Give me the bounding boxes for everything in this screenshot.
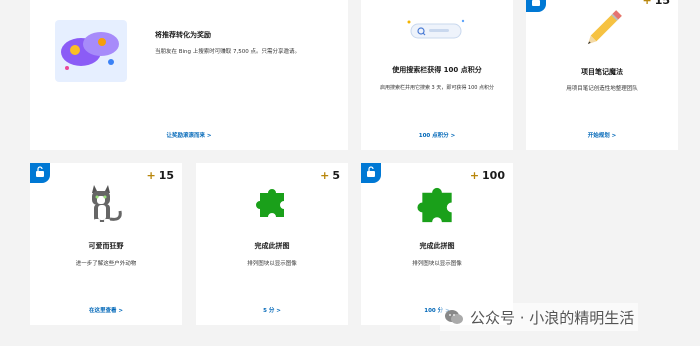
search-bar-illustration (407, 16, 467, 46)
wechat-icon (445, 310, 463, 324)
card-project-notes[interactable]: +15 项目笔记魔法 用项目笔记创造性地整理团队 开始规划 > (526, 0, 678, 150)
card-link[interactable]: 100 点积分 > (361, 131, 513, 139)
unlock-badge (30, 163, 50, 183)
card-description: 进一步了解这些户外动物 (75, 261, 137, 267)
points-label: +15 (642, 0, 670, 7)
referral-chat-illustration (55, 20, 127, 82)
card-title: 项目笔记魔法 (581, 68, 623, 76)
card-link[interactable]: 开始规划 > (526, 131, 678, 139)
card-link[interactable]: 让奖励滚滚而来 > (30, 131, 348, 139)
card-title: 完成此拼图 (254, 242, 290, 250)
card-title: 可爱而狂野 (88, 242, 124, 250)
card-link[interactable]: 在这里查看 > (30, 306, 182, 314)
card-title: 完成此拼图 (419, 242, 455, 250)
unlock-badge (361, 163, 381, 183)
watermark-text: 公众号 · 小浪的精明生活 (470, 308, 635, 327)
puzzle-piece-icon (415, 183, 459, 227)
card-puzzle-100[interactable]: +100 完成此拼图 排列图块以显示图像 100 分 > (361, 163, 513, 325)
card-description: 启用搜索栏并用它搜索 3 天，即可获得 100 点积分 (379, 85, 495, 91)
pencil-icon (576, 6, 628, 54)
card-description: 用项目笔记创造性地整理团队 (566, 86, 638, 92)
watermark: 公众号 · 小浪的精明生活 (440, 303, 639, 331)
unlock-icon (36, 166, 44, 177)
unlock-icon (532, 0, 540, 6)
unlock-icon (367, 166, 375, 177)
card-description: 排列图块以显示图像 (412, 261, 462, 267)
card-description: 当朋友在 Bing 上搜索时可赚取 7,500 点。只需分享邀请。 (155, 49, 301, 55)
card-search-bar[interactable]: 使用搜索栏获得 100 点积分 启用搜索栏并用它搜索 3 天，即可获得 100 … (361, 0, 513, 150)
card-cute-wild[interactable]: +15 可爱而狂野 进一步了解这些户外动物 在这里查看 > (30, 163, 182, 325)
card-puzzle-5[interactable]: +5 完成此拼图 排列图块以显示图像 5 分 > (196, 163, 348, 325)
card-title: 使用搜索栏获得 100 点积分 (392, 66, 482, 74)
card-referral[interactable]: 将推荐转化为奖励 当朋友在 Bing 上搜索时可赚取 7,500 点。只需分享邀… (30, 0, 348, 150)
points-label: +5 (320, 169, 340, 182)
cat-icon (82, 181, 128, 227)
puzzle-piece-icon (254, 185, 290, 221)
points-label: +15 (146, 169, 174, 182)
points-label: +100 (469, 169, 505, 182)
card-title: 将推荐转化为奖励 (155, 31, 211, 39)
card-description: 排列图块以显示图像 (247, 261, 297, 267)
unlock-badge (526, 0, 546, 12)
card-link[interactable]: 5 分 > (196, 306, 348, 314)
